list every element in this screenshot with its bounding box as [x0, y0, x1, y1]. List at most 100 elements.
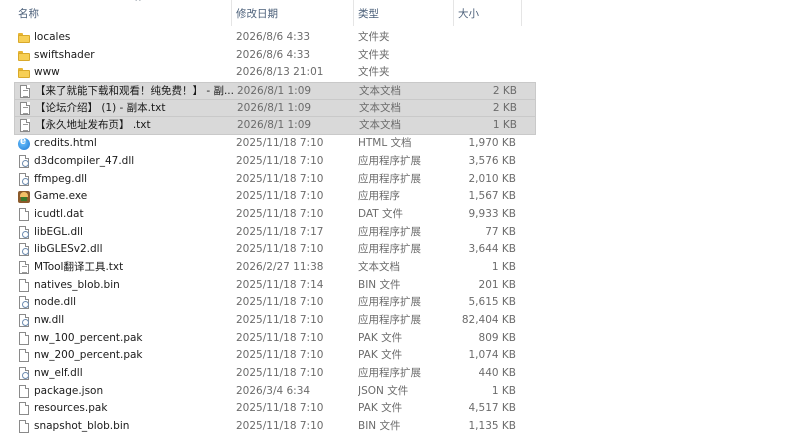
file-name: libEGL.dll: [34, 225, 83, 238]
file-row[interactable]: nw_elf.dll 2025/11/18 7:10 应用程序扩展 440 KB: [14, 365, 536, 383]
file-name: nw_100_percent.pak: [34, 331, 143, 344]
file-date: 2025/11/18 7:10: [236, 331, 324, 344]
file-date: 2025/11/18 7:10: [236, 402, 324, 415]
file-row[interactable]: nw_200_percent.pak 2025/11/18 7:10 PAK 文件 1…: [14, 347, 536, 365]
column-header-type[interactable]: 类型: [354, 0, 454, 26]
file-row[interactable]: www 2026/8/13 21:01 文件夹: [14, 64, 536, 82]
dll-icon: [19, 314, 29, 327]
file-row[interactable]: natives_blob.bin 2025/11/18 7:14 BIN 文件 201…: [14, 277, 536, 295]
file-name: nw.dll: [34, 314, 65, 326]
file-row[interactable]: Game.exe 2025/11/18 7:10 应用程序 1,567 KB: [14, 188, 536, 206]
dll-icon: [19, 154, 29, 168]
file-name: snapshot_blob.bin: [34, 420, 130, 433]
file-size: 2 KB: [492, 85, 517, 98]
folder-icon: [18, 50, 30, 61]
file-size: [434, 64, 516, 82]
txt-icon: [20, 101, 30, 115]
dll-icon: [19, 243, 29, 257]
file-size: 2,010 KB: [468, 172, 517, 185]
file-row[interactable]: credits.html2025/11/18 7:10HTML 文档1,970 …: [14, 135, 536, 153]
file-name: ffmpeg.dll: [34, 172, 88, 185]
file-date: 2025/11/18 7:10: [236, 243, 324, 256]
file-size: 440 KB: [478, 367, 516, 380]
file-size: 9,933 KB: [468, 207, 517, 220]
file-row[interactable]: nw_100_percent.pak 2025/11/18 7:10 PAK 文件 8…: [14, 330, 536, 348]
file-name: nw_200_percent.pak: [34, 349, 143, 362]
dll-icon: [19, 296, 29, 310]
file-name: 【永久地址发布页】 .txt: [35, 119, 151, 132]
file-date: 2025/11/18 7:10: [236, 420, 324, 433]
file-row[interactable]: d3dcompiler_47.dll 2025/11/18 7:10 应用程序扩展 3…: [14, 153, 536, 171]
file-name: MTool翻译工具.txt: [34, 260, 124, 273]
file-row[interactable]: libGLESv2.dll 2025/11/18 7:10 应用程序扩展 3,644 …: [14, 241, 536, 259]
file-name: nw_elf.dll: [34, 367, 83, 380]
file-date: 2026/8/6 4:33: [236, 48, 311, 61]
file-row[interactable]: libEGL.dll 2025/11/18 7:17 应用程序扩展 77 KB: [14, 224, 536, 242]
file-date: 2026/8/6 4:33: [236, 31, 311, 43]
file-icon: [19, 349, 29, 363]
column-header-date[interactable]: 修改日期: [232, 0, 354, 26]
file-name: d3dcompiler_47.dll: [34, 154, 135, 167]
file-size: 77 KB: [485, 225, 516, 238]
file-row[interactable]: 【永久地址发布页】 .txt 2026/8/1 1:09 文本文档 1 KB: [14, 117, 536, 136]
column-header-bar: 名称 ^ 修改日期 类型 大小: [0, 0, 800, 26]
file-name: swiftshader: [34, 48, 95, 61]
file-size: 1 KB: [491, 260, 516, 273]
column-header-name-label: 名称: [18, 8, 39, 20]
column-header-name[interactable]: 名称 ^: [14, 0, 232, 26]
column-header-date-label: 修改日期: [236, 8, 278, 20]
file-size: 1,135 KB: [468, 420, 517, 433]
file-row[interactable]: swiftshader 2026/8/6 4:33 文件夹: [14, 47, 536, 65]
file-date: 2025/11/18 7:10: [236, 207, 324, 220]
dll-icon: [19, 367, 29, 381]
file-name: icudtl.dat: [34, 207, 84, 220]
file-row[interactable]: nw.dll 2025/11/18 7:10 应用程序扩展 82,404 KB: [14, 312, 536, 330]
file-row[interactable]: 【来了就能下载和观看！纯免费！】 - 副... 2026/8/1 1:09 文本文档…: [14, 82, 536, 100]
file-name: natives_blob.bin: [34, 278, 120, 291]
file-date: 2025/11/18 7:17: [236, 225, 324, 238]
file-date: 2025/11/18 7:14: [236, 278, 324, 291]
folder-icon: [18, 68, 30, 79]
file-size: [434, 29, 516, 47]
file-icon: [19, 384, 29, 398]
file-name: credits.html: [34, 137, 97, 150]
column-header-size[interactable]: 大小: [454, 0, 522, 26]
file-size: 1 KB: [491, 384, 516, 397]
file-row[interactable]: package.json 2026/3/4 6:34 JSON 文件 1 KB: [14, 383, 536, 401]
file-row[interactable]: snapshot_blob.bin 2025/11/18 7:10 BIN 文件 1,…: [14, 418, 536, 436]
dll-icon: [19, 172, 29, 186]
file-row[interactable]: locales 2026/8/6 4:33 文件夹: [14, 29, 536, 47]
file-size: 1,567 KB: [468, 190, 517, 203]
file-row[interactable]: node.dll 2025/11/18 7:10 应用程序扩展 5,615 KB: [14, 294, 536, 312]
file-row[interactable]: MTool翻译工具.txt 2026/2/27 11:38 文本文档 1 KB: [14, 259, 536, 277]
file-date: 2025/11/18 7:10: [236, 190, 324, 203]
file-size: 1 KB: [492, 119, 517, 132]
file-date: 2026/8/1 1:09: [237, 119, 312, 132]
file-date: 2026/2/27 11:38: [236, 260, 324, 273]
txt-icon: [19, 260, 29, 274]
file-size: 3,644 KB: [468, 243, 517, 256]
file-date: 2025/11/18 7:10: [236, 137, 324, 150]
file-name: www: [34, 66, 60, 79]
file-icon: [19, 420, 29, 434]
file-icon: [19, 402, 29, 416]
file-size: 4,517 KB: [468, 402, 517, 415]
html-icon: [18, 135, 30, 151]
file-name: 【来了就能下载和观看！纯免费！】 - 副...: [35, 85, 234, 98]
file-row[interactable]: 【论坛介绍】 (1) - 副本.txt 2026/8/1 1:09 文本文档 2 KB: [14, 99, 536, 118]
file-date: 2026/3/4 6:34: [236, 384, 311, 397]
file-size: 201 KB: [478, 278, 516, 291]
file-size: 1,970 KB: [468, 137, 517, 150]
file-date: 2025/11/18 7:10: [236, 314, 324, 326]
file-size: 5,615 KB: [468, 296, 517, 309]
file-row[interactable]: resources.pak 2025/11/18 7:10 PAK 文件 4,517 …: [14, 400, 536, 418]
file-row[interactable]: ffmpeg.dll 2025/11/18 7:10 应用程序扩展 2,010 KB: [14, 171, 536, 189]
file-name: locales: [34, 31, 71, 43]
sort-ascending-icon: ^: [134, 0, 142, 8]
exe-icon: [18, 191, 30, 204]
file-row[interactable]: icudtl.dat 2025/11/18 7:10 DAT 文件 9,933 KB: [14, 206, 536, 224]
column-header-size-label: 大小: [458, 8, 479, 20]
column-header-type-label: 类型: [358, 8, 379, 20]
dll-icon: [19, 225, 29, 239]
file-date: 2026/8/1 1:09: [237, 85, 312, 98]
